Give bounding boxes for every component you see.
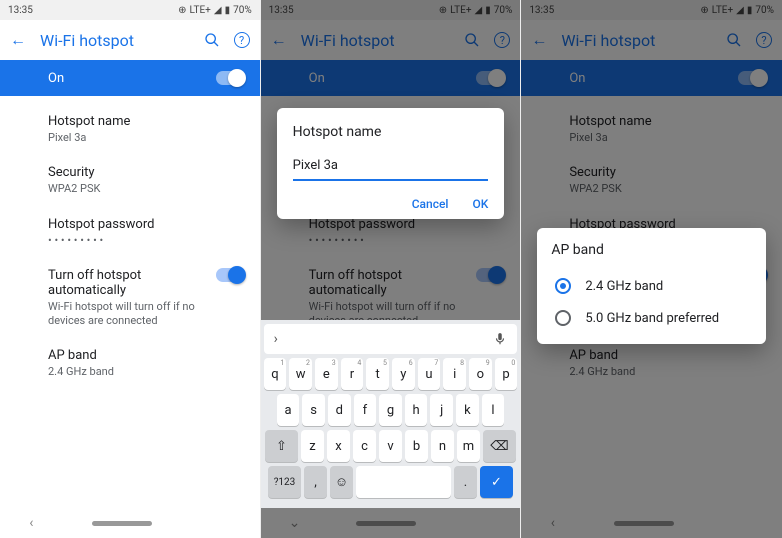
master-toggle-label: On (48, 71, 64, 86)
key-f[interactable]: f (354, 394, 377, 426)
key-i[interactable]: 8i (443, 358, 466, 390)
network-label: LTE+ (189, 5, 210, 16)
apband-label: AP band (48, 348, 244, 363)
signal-icon: ◢ (214, 5, 222, 16)
help-icon[interactable]: ? (234, 32, 250, 48)
key-j[interactable]: j (430, 394, 453, 426)
apband-item[interactable]: AP band 2.4 GHz band (0, 338, 260, 389)
chevron-right-icon[interactable]: › (274, 331, 278, 347)
key-x[interactable]: x (327, 430, 350, 462)
autooff-label: Turn off hotspot automatically (48, 268, 206, 298)
key-p[interactable]: 0p (495, 358, 518, 390)
hotspot-name-value: Pixel 3a (48, 131, 244, 145)
hotspot-name-dialog: Hotspot name Cancel OK (277, 108, 505, 219)
key-g[interactable]: g (379, 394, 402, 426)
key-w[interactable]: 2w (289, 358, 312, 390)
page-title: Wi-Fi hotspot (40, 31, 190, 50)
key-m[interactable]: m (457, 430, 480, 462)
master-switch[interactable] (216, 71, 244, 85)
period-key[interactable]: . (454, 466, 477, 498)
apband-option-1[interactable]: 5.0 GHz band preferred (551, 302, 752, 334)
key-s[interactable]: s (302, 394, 325, 426)
ok-button[interactable]: OK (472, 197, 488, 211)
password-value: • • • • • • • • • (48, 234, 244, 248)
key-e[interactable]: 3e (315, 358, 338, 390)
hotspot-name-item[interactable]: Hotspot name Pixel 3a (0, 104, 260, 155)
autooff-item[interactable]: Turn off hotspot automatically Wi-Fi hot… (0, 258, 260, 339)
key-r[interactable]: 4r (341, 358, 364, 390)
battery-label: 70% (233, 5, 252, 16)
radio-icon (555, 310, 571, 326)
nav-home-icon[interactable] (92, 521, 152, 526)
key-a[interactable]: a (277, 394, 300, 426)
security-label: Security (48, 165, 244, 180)
key-n[interactable]: n (431, 430, 454, 462)
key-b[interactable]: b (405, 430, 428, 462)
security-item[interactable]: Security WPA2 PSK (0, 155, 260, 206)
phone-1: 13:35 ⊕ LTE+ ◢ ▮ 70% ← Wi-Fi hotspot ? O… (0, 0, 261, 538)
key-k[interactable]: k (456, 394, 479, 426)
password-item[interactable]: Hotspot password • • • • • • • • • (0, 207, 260, 258)
status-bar: 13:35 ⊕ LTE+ ◢ ▮ 70% (0, 0, 260, 20)
key-y[interactable]: 6y (392, 358, 415, 390)
key-h[interactable]: h (405, 394, 428, 426)
dialog-title: AP band (551, 242, 752, 258)
radio-icon (555, 278, 571, 294)
vibrate-icon: ⊕ (178, 5, 186, 16)
key-d[interactable]: d (328, 394, 351, 426)
space-key[interactable] (356, 466, 451, 498)
app-bar: ← Wi-Fi hotspot ? (0, 20, 260, 60)
battery-icon: ▮ (225, 5, 231, 16)
mic-icon[interactable] (493, 332, 507, 346)
nav-bar: ‹ (0, 508, 260, 538)
phone-2: 13:35 ⊕ LTE+ ◢ ▮ 70% ← Wi-Fi hotspot ? O… (261, 0, 522, 538)
keyboard: › 1q2w3e4r5t6y7u8i9o0p asdfghjkl ⇧zxcvbn… (261, 320, 521, 508)
key-q[interactable]: 1q (264, 358, 287, 390)
phone-3: 13:35 ⊕ LTE+ ◢ ▮ 70% ← Wi-Fi hotspot ? O… (521, 0, 782, 538)
radio-label: 5.0 GHz band preferred (585, 311, 719, 326)
comma-key[interactable]: , (304, 466, 327, 498)
key-l[interactable]: l (482, 394, 505, 426)
backspace-key[interactable]: ⌫ (483, 430, 516, 462)
radio-label: 2.4 GHz band (585, 279, 663, 294)
suggestion-bar[interactable]: › (264, 324, 518, 354)
search-icon[interactable] (204, 32, 220, 48)
autooff-switch[interactable] (216, 268, 244, 282)
key-c[interactable]: c (353, 430, 376, 462)
autooff-desc: Wi-Fi hotspot will turn off if no device… (48, 300, 206, 329)
security-value: WPA2 PSK (48, 182, 244, 196)
nav-back-icon[interactable]: ‹ (29, 515, 33, 531)
key-v[interactable]: v (379, 430, 402, 462)
key-t[interactable]: 5t (366, 358, 389, 390)
master-toggle-row[interactable]: On (0, 60, 260, 96)
key-z[interactable]: z (301, 430, 324, 462)
emoji-key[interactable]: ☺ (330, 466, 353, 498)
dialog-title: Hotspot name (293, 124, 489, 140)
hotspot-name-input[interactable] (293, 154, 489, 181)
symbols-key[interactable]: ?123 (268, 466, 301, 498)
settings-list: Hotspot name Pixel 3a Security WPA2 PSK … (0, 96, 260, 398)
password-label: Hotspot password (48, 217, 244, 232)
hotspot-name-label: Hotspot name (48, 114, 244, 129)
cancel-button[interactable]: Cancel (412, 197, 449, 211)
apband-value: 2.4 GHz band (48, 365, 244, 379)
key-u[interactable]: 7u (418, 358, 441, 390)
apband-dialog: AP band 2.4 GHz band 5.0 GHz band preferr… (537, 228, 766, 344)
key-o[interactable]: 9o (469, 358, 492, 390)
clock: 13:35 (8, 5, 33, 16)
shift-key[interactable]: ⇧ (265, 430, 298, 462)
enter-key[interactable]: ✓ (480, 466, 513, 498)
back-arrow-icon[interactable]: ← (10, 30, 26, 50)
apband-option-0[interactable]: 2.4 GHz band (551, 270, 752, 302)
